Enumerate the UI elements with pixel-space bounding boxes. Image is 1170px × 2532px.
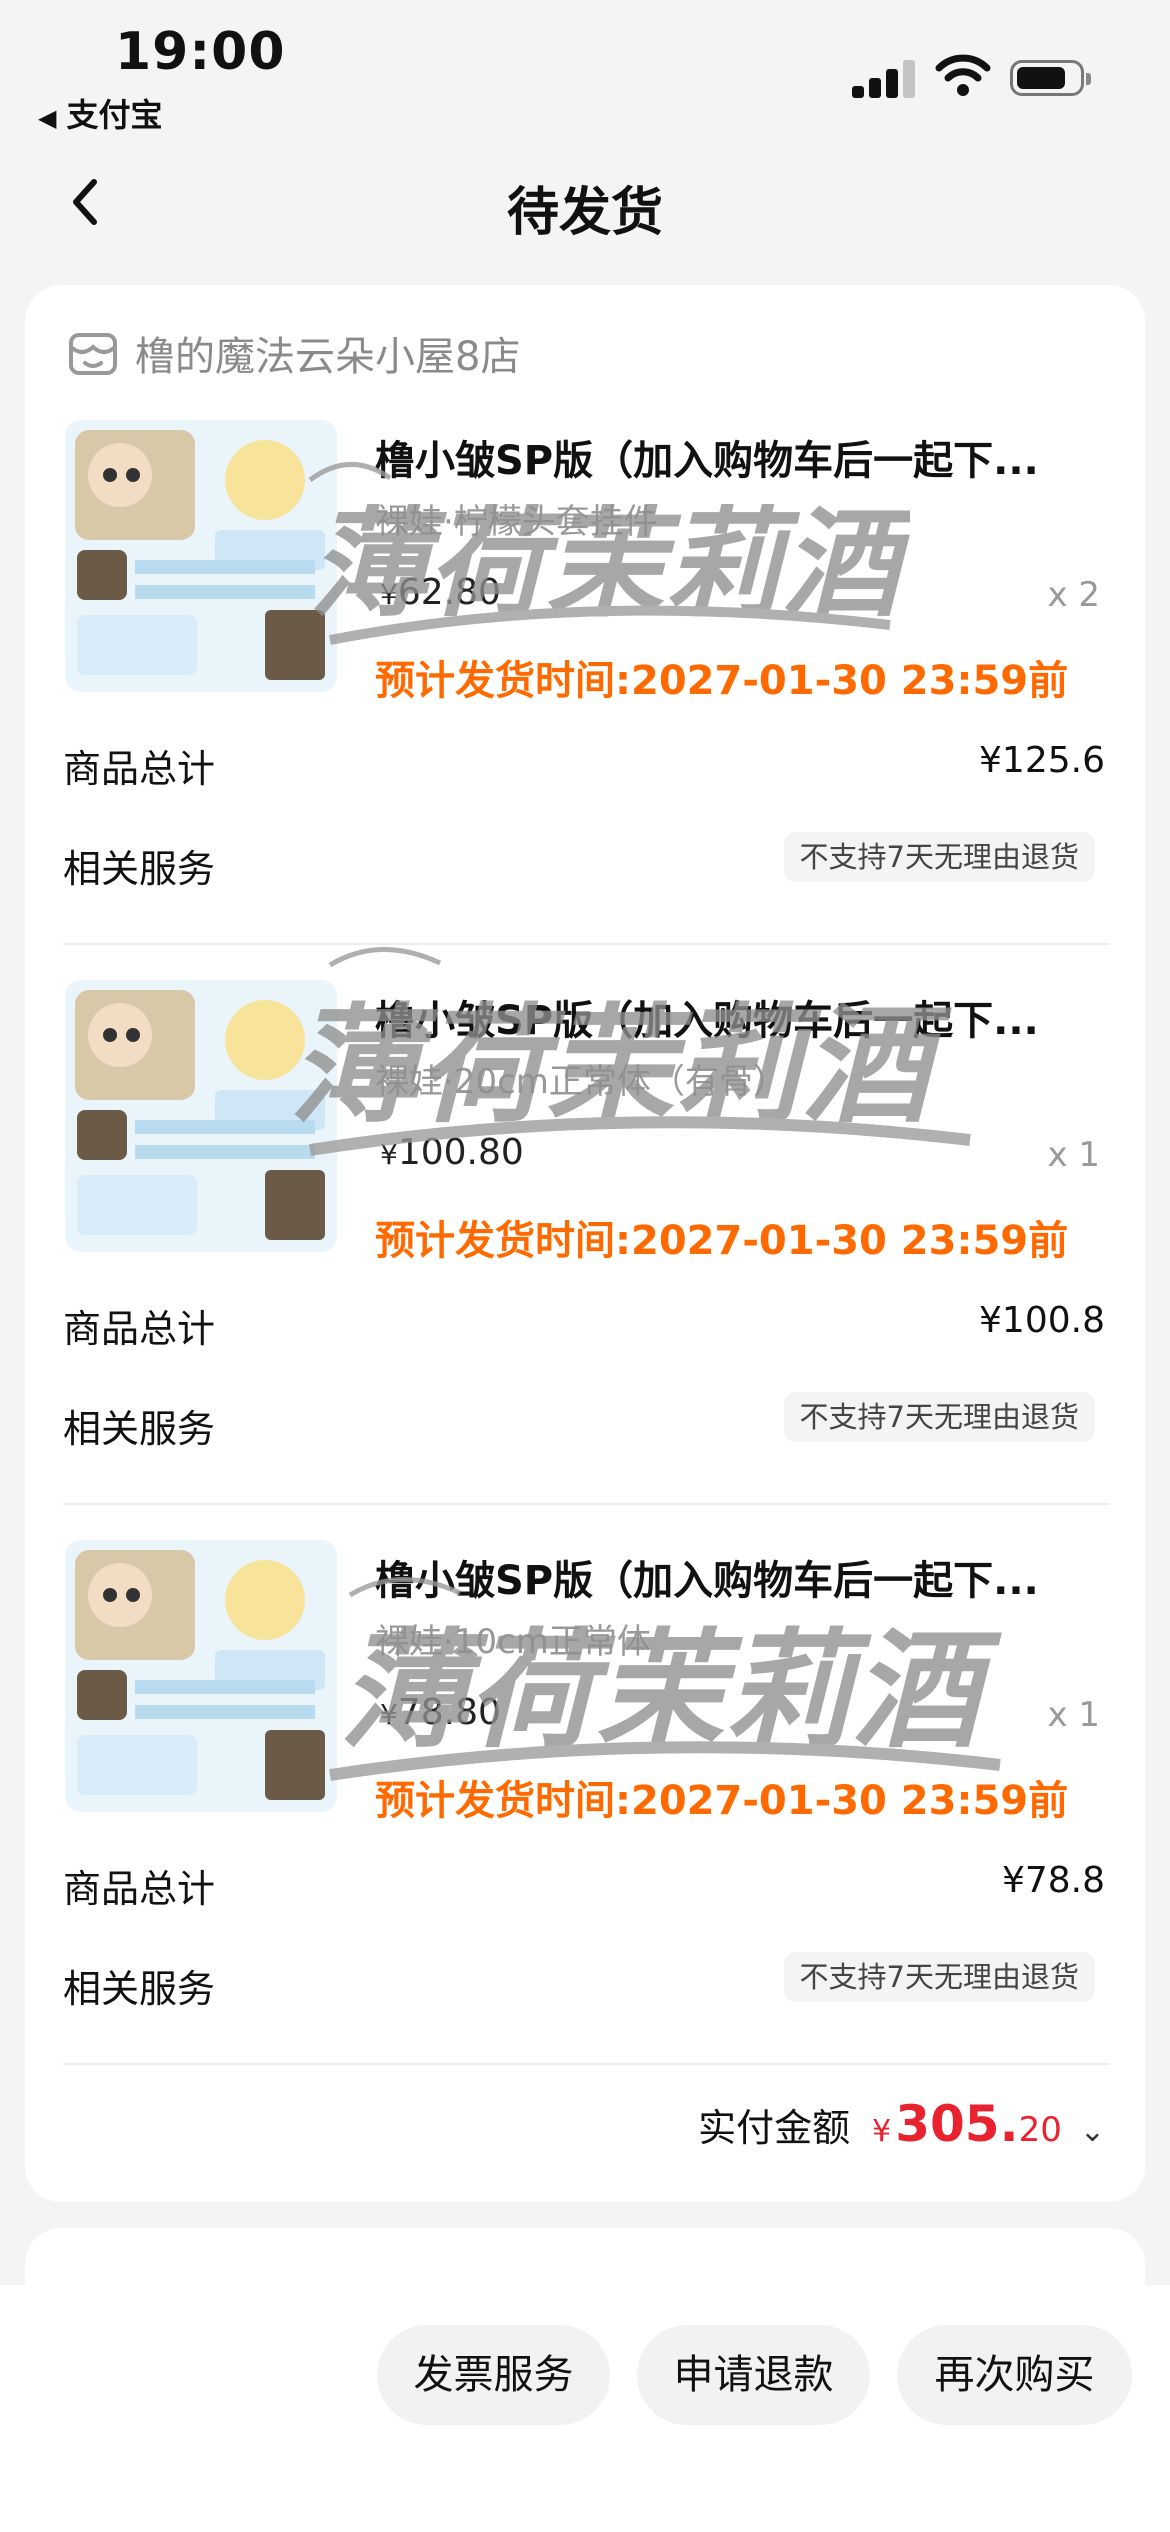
- product-quantity: x 1: [1047, 1135, 1100, 1175]
- subtotal-value: ¥78.8: [1001, 1860, 1105, 1901]
- subtotal-value: ¥100.8: [979, 1300, 1105, 1341]
- request-refund-button[interactable]: 申请退款: [637, 2325, 870, 2425]
- estimated-ship-time: 预计发货时间:2027-01-30 23:59前: [375, 1778, 1069, 1824]
- product-sku: 裸娃·10cm正常体: [375, 1622, 651, 1662]
- invoice-service-button[interactable]: 发票服务: [377, 2325, 610, 2425]
- product-title[interactable]: 橹小皱SP版（加入购物车后一起下...: [375, 1548, 1105, 1606]
- order-card: 橹的魔法云朵小屋8店 橹小皱SP版（加入购物车后一起下... 裸娃·柠檬头套挂件…: [25, 285, 1145, 2202]
- subtotal-value: ¥125.6: [979, 740, 1105, 781]
- service-tag[interactable]: 不支持7天无理由退货: [783, 1392, 1095, 1442]
- total-label: 实付金额: [698, 2106, 851, 2150]
- total-amount-integer: 305.: [895, 2095, 1019, 2153]
- chevron-down-icon[interactable]: ⌄: [1080, 2114, 1105, 2149]
- subtotal-label: 商品总计: [63, 1307, 216, 1351]
- product-title[interactable]: 橹小皱SP版（加入购物车后一起下...: [375, 428, 1105, 486]
- order-item[interactable]: 橹小皱SP版（加入购物车后一起下... 裸娃·柠檬头套挂件 ¥62.80 x 2…: [25, 420, 1145, 980]
- subtotal-label: 商品总计: [63, 747, 216, 791]
- product-sku: 裸娃·柠檬头套挂件: [375, 502, 658, 542]
- product-thumbnail[interactable]: [65, 980, 337, 1252]
- divider: [63, 943, 1109, 945]
- subtotal-label: 商品总计: [63, 1867, 216, 1911]
- divider: [63, 1503, 1109, 1505]
- back-to-app-link[interactable]: ◀ 支付宝: [38, 90, 162, 136]
- total-currency: ¥: [872, 2114, 892, 2149]
- service-label: 相关服务: [63, 847, 216, 891]
- service-label: 相关服务: [63, 1407, 216, 1451]
- total-amount-decimal: 20: [1018, 2110, 1062, 2150]
- page-title: 待发货: [506, 183, 663, 243]
- product-price: ¥100.80: [380, 1132, 524, 1173]
- product-thumbnail[interactable]: [65, 1540, 337, 1812]
- shop-header[interactable]: 橹的魔法云朵小屋8店: [65, 323, 520, 383]
- clock: 19:00: [115, 22, 286, 82]
- product-quantity: x 1: [1047, 1695, 1100, 1735]
- back-app-label: 支付宝: [66, 96, 163, 134]
- back-triangle-icon: ◀: [38, 104, 57, 132]
- battery-icon: [1010, 60, 1091, 96]
- bottom-action-bar: 发票服务 申请退款 再次购买: [0, 2285, 1170, 2532]
- buy-again-button[interactable]: 再次购买: [897, 2325, 1132, 2425]
- shop-name: 橹的魔法云朵小屋8店: [135, 334, 521, 380]
- store-icon: [69, 333, 117, 375]
- cellular-signal-icon: [852, 58, 918, 98]
- estimated-ship-time: 预计发货时间:2027-01-30 23:59前: [375, 1218, 1069, 1264]
- nav-bar: 待发货: [0, 150, 1170, 260]
- total-paid[interactable]: 实付金额 ¥ 305. 20 ⌄: [405, 2095, 1105, 2175]
- wifi-icon: [935, 54, 991, 96]
- estimated-ship-time: 预计发货时间:2027-01-30 23:59前: [375, 658, 1069, 704]
- product-thumbnail[interactable]: [65, 420, 337, 692]
- service-tag[interactable]: 不支持7天无理由退货: [783, 832, 1095, 882]
- product-quantity: x 2: [1047, 575, 1100, 615]
- divider: [63, 2063, 1109, 2065]
- product-sku: 裸娃·20cm正常体（有骨）: [375, 1062, 787, 1102]
- order-item[interactable]: 橹小皱SP版（加入购物车后一起下... 裸娃·10cm正常体 ¥78.80 x …: [25, 1540, 1145, 2100]
- product-title[interactable]: 橹小皱SP版（加入购物车后一起下...: [375, 988, 1105, 1046]
- product-price: ¥78.80: [380, 1692, 501, 1733]
- status-bar: 19:00 ◀ 支付宝: [0, 0, 1170, 150]
- order-item[interactable]: 橹小皱SP版（加入购物车后一起下... 裸娃·20cm正常体（有骨） ¥100.…: [25, 980, 1145, 1540]
- service-label: 相关服务: [63, 1967, 216, 2011]
- product-price: ¥62.80: [380, 572, 501, 613]
- service-tag[interactable]: 不支持7天无理由退货: [783, 1952, 1095, 2002]
